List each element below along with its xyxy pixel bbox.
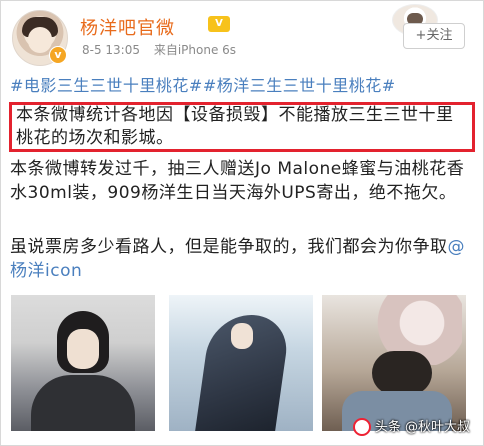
highlighted-text: 本条微博统计各地因【设备损毁】不能播放三生三世十里桃花的场次和影城。: [16, 105, 454, 148]
username[interactable]: 杨洋吧官微: [80, 14, 175, 40]
avatar-face: [28, 27, 52, 53]
image-3-figure: [372, 351, 432, 395]
post-image-2[interactable]: [169, 295, 313, 431]
hashtags: #电影三生三世十里桃花##杨洋三生三世十里桃花#: [10, 74, 474, 98]
verified-badge-icon: v: [49, 46, 67, 64]
post-paragraph-3-text: 虽说票房多少看路人，但是能争取的，我们都会为你争取: [10, 237, 448, 257]
post-image-3[interactable]: [322, 295, 466, 431]
watermark-text: 头条 @秋叶大叔: [374, 419, 470, 435]
image-1-body: [31, 375, 135, 431]
post-paragraph-2: 本条微博转发过千，抽三人赠送Jo Malone蜂蜜与油桃花香水30ml装，909…: [10, 159, 465, 203]
hashtag-link-1[interactable]: #电影三生三世十里桃花#: [10, 76, 203, 95]
watermark: 头条 @秋叶大叔: [352, 416, 470, 436]
toutiao-logo-icon: [352, 418, 371, 436]
post-meta: 8-5 13:05 来自iPhone 6s: [82, 41, 236, 58]
follow-button[interactable]: +关注: [403, 23, 465, 49]
vip-icon: V: [208, 16, 230, 32]
post-source: 来自iPhone 6s: [153, 43, 237, 57]
post-time: 8-5 13:05: [82, 43, 140, 57]
post-paragraph-3: 虽说票房多少看路人，但是能争取的，我们都会为你争取@杨洋icon: [10, 235, 474, 283]
post-image-1[interactable]: [11, 295, 155, 431]
image-2-face: [231, 323, 253, 349]
image-1-face: [67, 329, 99, 369]
hashtag-link-2[interactable]: #杨洋三生三世十里桃花#: [203, 76, 396, 95]
